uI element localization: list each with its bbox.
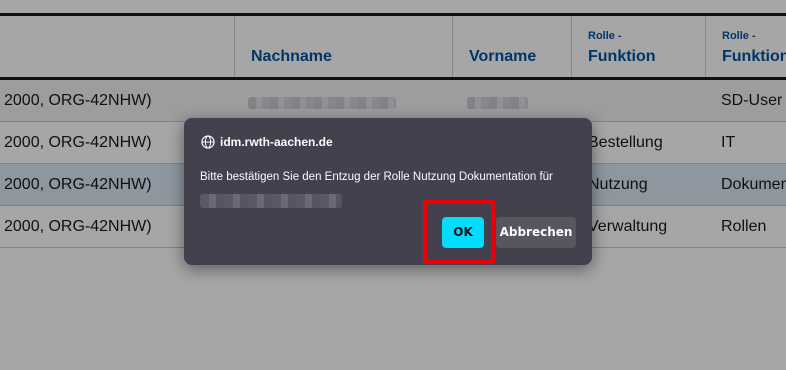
confirm-dialog: idm.rwth-aachen.de Bitte bestätigen Sie … (184, 118, 592, 265)
dialog-origin: idm.rwth-aachen.de (220, 135, 333, 149)
globe-icon (201, 135, 215, 149)
cancel-button[interactable]: Abbrechen (496, 217, 576, 248)
redacted-role-target (200, 194, 342, 208)
dialog-message: Bitte bestätigen Sie den Entzug der Roll… (200, 171, 553, 183)
ok-button-highlight (423, 200, 495, 264)
